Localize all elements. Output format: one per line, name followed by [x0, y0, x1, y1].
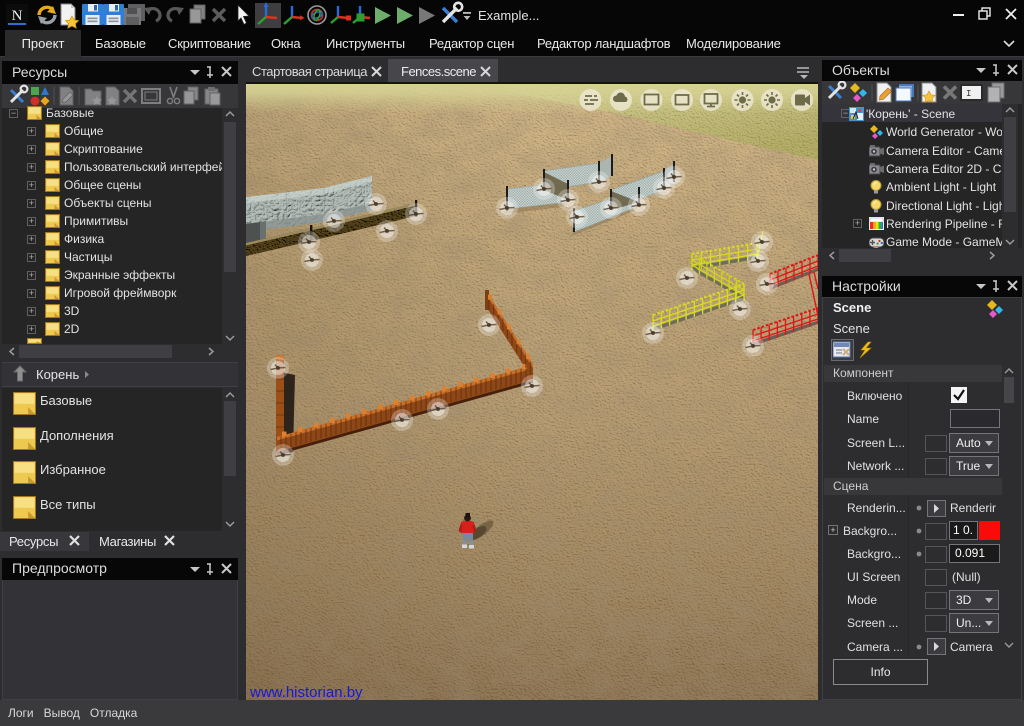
- svg-text:Магазины: Магазины: [99, 534, 156, 549]
- svg-text:Ресурсы: Ресурсы: [9, 534, 58, 549]
- svg-text:N: N: [12, 8, 23, 24]
- svg-text:Example...: Example...: [478, 8, 539, 23]
- svg-text:Корень: Корень: [36, 367, 79, 382]
- svg-text:www.historian.by: www.historian.by: [249, 684, 363, 700]
- svg-text:I: I: [966, 89, 971, 99]
